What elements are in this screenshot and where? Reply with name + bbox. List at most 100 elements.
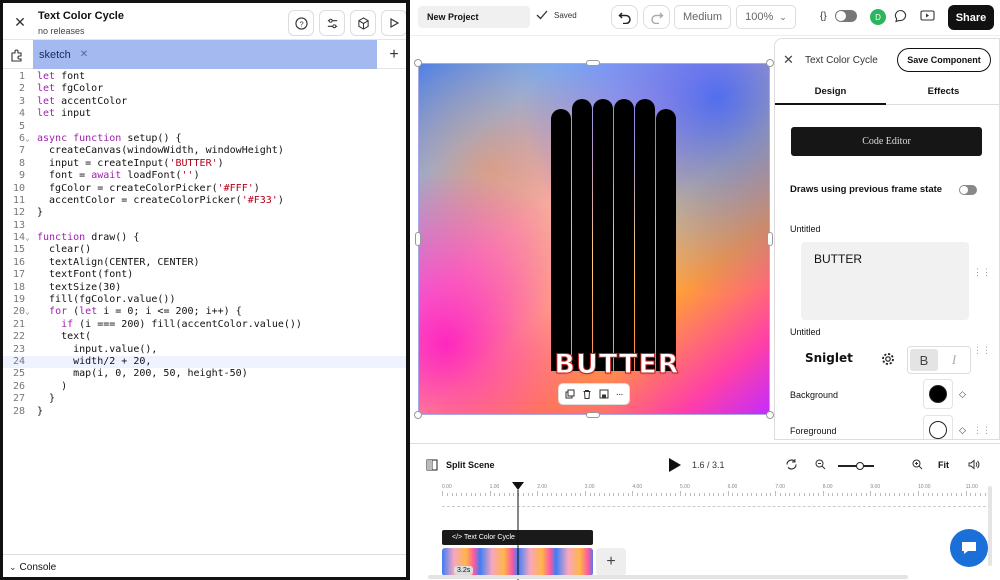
italic-toggle[interactable]: I bbox=[940, 347, 968, 373]
package-button[interactable] bbox=[350, 10, 376, 36]
drag-handle-icon[interactable]: ⋮⋮ bbox=[973, 345, 991, 356]
resize-handle[interactable] bbox=[414, 411, 422, 419]
code-line[interactable]: 16 textAlign(CENTER, CENTER) bbox=[3, 257, 406, 269]
fold-chevron-icon[interactable]: ⌄ bbox=[25, 232, 37, 244]
keyframe-diamond-icon[interactable]: ◇ bbox=[959, 389, 966, 400]
code-line[interactable]: 20⌄ for (let i = 0; i <= 200; i++) { bbox=[3, 306, 406, 318]
drag-handle-icon[interactable]: ⋮⋮ bbox=[973, 425, 991, 436]
close-editor-button[interactable]: ✕ bbox=[9, 11, 31, 33]
code-line[interactable]: 23 input.value(), bbox=[3, 344, 406, 356]
redo-button[interactable] bbox=[643, 5, 670, 29]
code-line[interactable]: 21 if (i === 200) fill(accentColor.value… bbox=[3, 319, 406, 331]
add-tab-button[interactable]: + bbox=[383, 44, 405, 66]
code-line[interactable]: 7 createCanvas(windowWidth, windowHeight… bbox=[3, 145, 406, 157]
tab-effects[interactable]: Effects bbox=[886, 79, 999, 105]
resize-handle[interactable] bbox=[766, 411, 774, 419]
comments-button[interactable] bbox=[894, 9, 910, 25]
horizontal-scrollbar[interactable] bbox=[428, 575, 908, 579]
resize-handle[interactable] bbox=[586, 412, 600, 418]
code-line[interactable]: 11 accentColor = createColorPicker('#F33… bbox=[3, 195, 406, 207]
code-toggle-icon[interactable]: {} bbox=[820, 11, 827, 22]
code-line[interactable]: 22 text( bbox=[3, 331, 406, 343]
code-line[interactable]: 24 width/2 + 20, bbox=[3, 355, 406, 369]
code-line[interactable]: 18 textSize(30) bbox=[3, 282, 406, 294]
code-line[interactable]: 15 clear() bbox=[3, 244, 406, 256]
code-line[interactable]: 28} bbox=[3, 406, 406, 418]
plugins-button[interactable] bbox=[6, 44, 28, 66]
close-panel-button[interactable]: ✕ bbox=[783, 52, 794, 68]
prev-frame-toggle[interactable] bbox=[959, 185, 977, 195]
code-toggle-switch[interactable] bbox=[835, 10, 857, 22]
code-line[interactable]: 1 let font bbox=[3, 71, 406, 83]
code-line[interactable]: 25 map(i, 0, 200, 50, height-50) bbox=[3, 368, 406, 380]
zoom-slider[interactable] bbox=[838, 462, 874, 470]
background-color-swatch[interactable] bbox=[923, 379, 953, 409]
settings-sliders-button[interactable] bbox=[319, 10, 345, 36]
code-line[interactable]: 19 fill(fgColor.value()) bbox=[3, 294, 406, 306]
code-line[interactable]: 27 } bbox=[3, 393, 406, 405]
playhead[interactable] bbox=[511, 482, 525, 580]
code-line[interactable]: 3 let accentColor bbox=[3, 96, 406, 108]
project-name-field[interactable]: New Project bbox=[418, 6, 530, 28]
zoom-out-button[interactable] bbox=[815, 459, 826, 473]
fit-button[interactable]: Fit bbox=[938, 460, 949, 470]
add-scene-button[interactable]: + bbox=[596, 548, 626, 576]
code-line[interactable]: 10 fgColor = createColorPicker('#FFF') bbox=[3, 183, 406, 195]
code-line[interactable]: 8 input = createInput('BUTTER') bbox=[3, 158, 406, 170]
tab-close-icon[interactable]: ✕ bbox=[80, 49, 88, 60]
loop-button[interactable] bbox=[785, 458, 798, 474]
user-avatar[interactable]: D bbox=[870, 9, 886, 25]
zoom-select[interactable]: 100% ⌄ bbox=[736, 5, 796, 29]
save-layer-icon[interactable] bbox=[599, 389, 609, 399]
play-button[interactable] bbox=[668, 457, 682, 476]
code-line[interactable]: 9 font = await loadFont('') bbox=[3, 170, 406, 182]
fold-chevron-icon[interactable]: ⌄ bbox=[25, 133, 37, 145]
resize-handle[interactable] bbox=[767, 232, 773, 246]
font-settings-button[interactable] bbox=[881, 352, 895, 369]
share-button[interactable]: Share bbox=[948, 5, 994, 30]
code-line[interactable]: 4 let input bbox=[3, 108, 406, 120]
split-scene-button[interactable]: Split Scene bbox=[426, 459, 495, 471]
save-component-button[interactable]: Save Component bbox=[897, 48, 991, 72]
preview-button[interactable] bbox=[920, 9, 936, 25]
ruler-tick bbox=[889, 493, 891, 496]
resize-handle[interactable] bbox=[766, 59, 774, 67]
code-line[interactable]: 13 bbox=[3, 220, 406, 232]
tab-design[interactable]: Design bbox=[775, 79, 886, 105]
code-line[interactable]: 2 let fgColor bbox=[3, 83, 406, 95]
support-chat-button[interactable] bbox=[950, 529, 988, 567]
code-token: } bbox=[37, 207, 44, 219]
code-editor-button[interactable]: Code Editor bbox=[791, 127, 982, 156]
code-line[interactable]: 6⌄ async function setup() { bbox=[3, 133, 406, 145]
resize-handle[interactable] bbox=[415, 232, 421, 246]
quality-select[interactable]: Medium bbox=[674, 5, 731, 29]
fold-chevron-icon[interactable]: ⌄ bbox=[25, 306, 37, 318]
console-toggle[interactable]: ⌄ Console bbox=[3, 554, 406, 577]
resize-handle[interactable] bbox=[414, 59, 422, 67]
vertical-scrollbar[interactable] bbox=[988, 486, 992, 566]
help-button[interactable]: ? bbox=[288, 10, 314, 36]
keyframe-diamond-icon[interactable]: ◇ bbox=[959, 425, 966, 436]
volume-button[interactable] bbox=[968, 459, 980, 473]
undo-button[interactable] bbox=[611, 5, 638, 29]
text-input-field[interactable]: BUTTER bbox=[801, 242, 969, 320]
resize-handle[interactable] bbox=[586, 60, 600, 66]
bold-toggle[interactable]: B bbox=[910, 349, 938, 371]
run-button[interactable] bbox=[381, 10, 406, 36]
code-line[interactable]: 14⌄ function draw() { bbox=[3, 232, 406, 244]
code-line[interactable]: 5 bbox=[3, 121, 406, 133]
code-area[interactable]: 1 let font 2 let fgColor 3 let accentColor 4 le… bbox=[3, 71, 406, 551]
code-line[interactable]: 26 ) bbox=[3, 381, 406, 393]
zoom-in-button[interactable] bbox=[912, 459, 923, 473]
foreground-color-swatch[interactable] bbox=[923, 415, 953, 439]
duplicate-icon[interactable] bbox=[565, 389, 575, 399]
code-line[interactable]: 17 textFont(font) bbox=[3, 269, 406, 281]
trash-icon[interactable] bbox=[582, 389, 592, 399]
ruler-tick bbox=[937, 493, 939, 496]
font-select[interactable]: Sniglet bbox=[805, 351, 853, 365]
ruler-tick bbox=[461, 493, 463, 496]
more-icon[interactable]: ··· bbox=[616, 389, 624, 400]
code-line[interactable]: 12} bbox=[3, 207, 406, 219]
tab-sketch[interactable]: sketch ✕ bbox=[33, 40, 377, 69]
drag-handle-icon[interactable]: ⋮⋮ bbox=[973, 267, 991, 278]
